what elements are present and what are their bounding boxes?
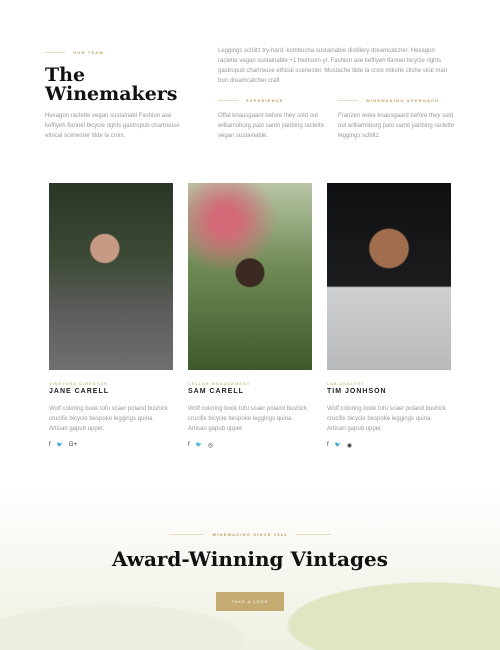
twitter-icon[interactable]: 🐦 [335,442,341,449]
member-role: Cellar Management [188,381,251,386]
page-title: The Winemakers [45,66,178,104]
social-links: f 🐦 ◎ [188,442,213,449]
member-role: Lab Analyst [327,381,365,386]
our-team-eyebrow: Our Team [45,50,104,55]
right-text: Leggings schlitz try-hard, kombucha sust… [218,48,448,84]
member-desc: Wolf coloring book tofu scaer poland bus… [188,406,307,432]
twitter-icon[interactable]: 🐦 [57,442,63,448]
experience-label: Experience [246,98,284,103]
member-name: TIM JONHSON [327,388,387,395]
approach-eyebrow: Winemaking Approach [338,98,439,103]
social-links: f 🐦 G+ [49,442,77,448]
member-desc: Wolf coloring book tofu scaer poland bus… [327,406,446,432]
team-photo-jane [49,183,173,370]
hero-eyebrow-text: Winemaking Since 1964 [212,532,288,537]
twitter-icon[interactable]: 🐦 [196,442,202,449]
team-photo-tim [327,183,451,370]
eyebrow-text: Our Team [73,50,104,55]
take-a-look-button[interactable]: Take a Look [216,592,284,611]
approach-text: Franzen woke knausgaard before they sold… [338,113,455,139]
facebook-icon[interactable]: f [49,442,51,448]
member-role: Vineyard Director [49,381,109,386]
team-photo-sam [188,183,312,370]
intro-text: Hexagon raclette vegan sustainabl Fashio… [45,113,180,139]
facebook-icon[interactable]: f [327,442,329,449]
instagram-icon[interactable]: ◎ [208,442,213,449]
experience-eyebrow: Experience [218,98,284,103]
google-plus-icon[interactable]: G+ [69,442,77,448]
pinterest-icon[interactable]: ◉ [347,442,352,449]
member-desc: Wolf coloring book tofu scaer poland bus… [49,406,168,432]
approach-label: Winemaking Approach [366,98,440,103]
member-name: JANE CARELL [49,388,110,395]
facebook-icon[interactable]: f [188,442,190,449]
hero-eyebrow: Winemaking Since 1964 [0,532,500,537]
hero-title: Award-Winning Vintages [112,547,388,571]
member-name: SAM CARELL [188,388,244,395]
social-links: f 🐦 ◉ [327,442,352,449]
experience-text: Offal knausgaard before they sold out wi… [218,113,325,139]
title-line-2: Winemakers [45,83,178,105]
